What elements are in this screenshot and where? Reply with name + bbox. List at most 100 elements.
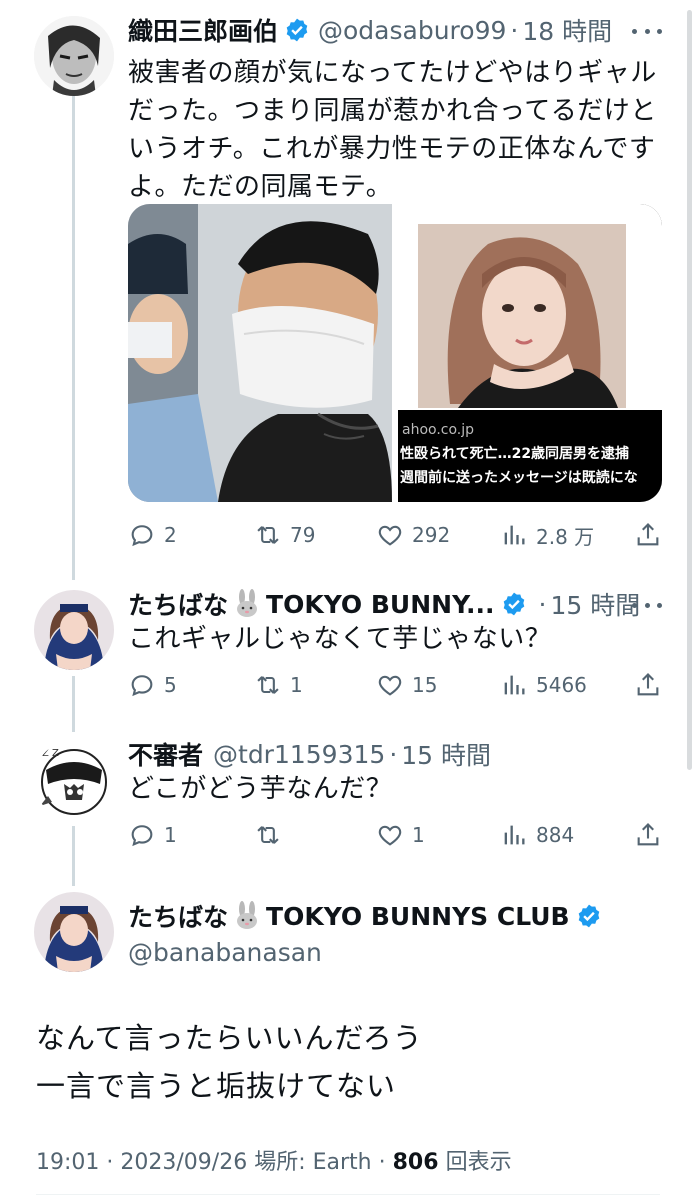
rabbit-emoji-icon <box>237 589 258 617</box>
main-tweet-line-1: なんて言ったらいいんだろう <box>36 1021 423 1055</box>
share-icon <box>637 523 659 546</box>
reply-button[interactable]: 5 <box>128 668 177 702</box>
tweet-actions: 1 1 884 <box>128 818 668 852</box>
like-button[interactable]: 15 <box>376 668 437 702</box>
verified-badge-icon <box>286 18 308 42</box>
like-count: 292 <box>412 523 451 547</box>
tweet-header: 織田三郎画伯 @odasaburo99 · 18 時間 <box>128 10 612 50</box>
retweet-count: 1 <box>290 673 303 697</box>
separator-dot: · <box>510 15 519 45</box>
retweet-count: 79 <box>290 523 316 547</box>
display-name[interactable]: 織田三郎画伯 <box>128 12 278 48</box>
view-count: 2.8 万 <box>536 524 595 549</box>
like-button[interactable]: 292 <box>376 518 450 552</box>
svg-text:Z Z: Z Z <box>42 748 59 759</box>
photo-news-card[interactable]: ahoo.co.jp 性殴られて死亡…22歳同居男を逮捕 週間前に送ったメッセー… <box>398 204 662 502</box>
main-tweet-handle-row: @banabanasan <box>128 932 322 972</box>
reply-count: 5 <box>164 673 177 697</box>
view-count: 5466 <box>536 673 587 697</box>
separator-dot: · <box>378 1150 393 1175</box>
avatar[interactable] <box>34 16 114 96</box>
reply-icon <box>131 675 153 697</box>
tweet-text: どこがどう芋なんだ？ <box>128 774 393 804</box>
views-button[interactable]: 884 <box>500 818 574 852</box>
tweet-3[interactable]: Z Z 不審者 @tdr1159315 · 15 時間 どこがどう芋なんだ？ 1… <box>0 730 696 880</box>
view-count: 884 <box>536 823 575 847</box>
avatar[interactable] <box>34 892 114 972</box>
separator-dot: · <box>106 1150 121 1175</box>
retweet-icon <box>257 676 279 694</box>
tweet-header: 不審者 @tdr1159315 · 15 時間 <box>128 734 491 774</box>
tweet-text: これギャルじゃなくて芋じゃない？ <box>128 624 552 654</box>
share-button[interactable] <box>634 518 662 552</box>
main-tweet-line-2: 一言で言うと垢抜けてない <box>36 1069 397 1103</box>
display-name[interactable]: 不審者 <box>128 736 203 772</box>
avatar[interactable]: Z Z <box>34 740 114 820</box>
timestamp[interactable]: 15 時間 <box>401 736 491 772</box>
share-icon <box>637 673 659 696</box>
heart-icon <box>378 675 402 696</box>
retweet-icon <box>257 526 279 544</box>
tweet-1[interactable]: 織田三郎画伯 @odasaburo99 · 18 時間 被害者の顔が気になってた… <box>0 0 696 580</box>
retweet-button[interactable]: 79 <box>254 518 315 552</box>
tweet-2[interactable]: たちばな TOKYO BUNNY... · 15 時間 これギャルじゃなくて芋じ… <box>0 580 696 730</box>
display-name[interactable]: たちばな <box>128 586 228 622</box>
like-count: 1 <box>412 823 425 847</box>
post-date[interactable]: 2023/09/26 <box>120 1150 247 1175</box>
reply-icon <box>131 525 153 547</box>
separator-dot: · <box>538 589 547 619</box>
tweet-actions: 2 79 292 2.8 万 <box>128 518 668 552</box>
heart-icon <box>378 525 402 546</box>
analytics-icon <box>504 525 525 545</box>
heart-icon <box>378 825 402 846</box>
retweet-button[interactable]: 1 <box>254 668 303 702</box>
reply-count: 1 <box>164 823 177 847</box>
rabbit-emoji-icon <box>237 901 258 929</box>
verified-badge-icon <box>503 592 524 616</box>
reply-icon <box>131 825 153 847</box>
user-handle[interactable]: @tdr1159315 <box>213 740 385 769</box>
views-count[interactable]: 806 <box>393 1150 439 1175</box>
views-label: 回表示 <box>445 1150 512 1175</box>
more-options-icon[interactable] <box>632 600 662 610</box>
main-tweet-text: なんて言ったらいいんだろう 一言で言うと垢抜けてない <box>36 1014 423 1110</box>
analytics-icon <box>504 675 525 695</box>
more-options-icon[interactable] <box>632 26 662 36</box>
verified-badge-icon <box>578 904 599 928</box>
user-handle[interactable]: @banabanasan <box>128 938 322 967</box>
timestamp[interactable]: 18 時間 <box>522 12 612 48</box>
divider <box>36 1194 660 1195</box>
post-time[interactable]: 19:01 <box>36 1150 99 1175</box>
like-button[interactable]: 1 <box>376 818 425 852</box>
news-headline-2: 週間前に送ったメッセージは既読にな <box>400 469 638 486</box>
display-name-suffix[interactable]: TOKYO BUNNY... <box>266 590 495 619</box>
news-headline-1: 性殴られて死亡…22歳同居男を逮捕 <box>400 445 629 462</box>
separator-dot: · <box>389 739 398 769</box>
display-name-suffix[interactable]: TOKYO BUNNYS CLUB <box>266 902 570 931</box>
timestamp[interactable]: 15 時間 <box>550 586 640 622</box>
avatar[interactable] <box>34 590 114 670</box>
reply-button[interactable]: 2 <box>128 518 177 552</box>
analytics-icon <box>504 825 525 845</box>
reply-count: 2 <box>164 523 177 547</box>
retweet-button[interactable] <box>254 818 290 852</box>
views-button[interactable]: 5466 <box>500 668 587 702</box>
media-grid[interactable]: ahoo.co.jp 性殴られて死亡…22歳同居男を逮捕 週間前に送ったメッセー… <box>128 204 662 502</box>
photo-suspect[interactable] <box>128 204 392 502</box>
user-handle[interactable]: @odasaburo99 <box>318 16 506 45</box>
tweet-text: 被害者の顔が気になってたけどやはりギャルだった。つまり同属が惹かれ合ってるだけと… <box>128 58 657 202</box>
post-location: 場所: Earth <box>254 1150 372 1175</box>
views-button[interactable]: 2.8 万 <box>500 518 594 552</box>
news-source: ahoo.co.jp <box>402 422 474 438</box>
share-icon <box>637 823 659 846</box>
reply-button[interactable]: 1 <box>128 818 177 852</box>
display-name[interactable]: たちばな <box>128 898 228 934</box>
tweet-header: たちばな TOKYO BUNNY... · 15 時間 <box>128 584 640 624</box>
retweet-icon <box>257 826 279 844</box>
main-tweet-header: たちばな TOKYO BUNNYS CLUB <box>128 896 610 936</box>
tweet-actions: 5 1 15 5466 <box>128 668 668 702</box>
like-count: 15 <box>412 673 438 697</box>
tweet-meta: 19:01 · 2023/09/26 場所: Earth · 806 回表示 <box>36 1144 512 1176</box>
share-button[interactable] <box>634 668 662 702</box>
share-button[interactable] <box>634 818 662 852</box>
